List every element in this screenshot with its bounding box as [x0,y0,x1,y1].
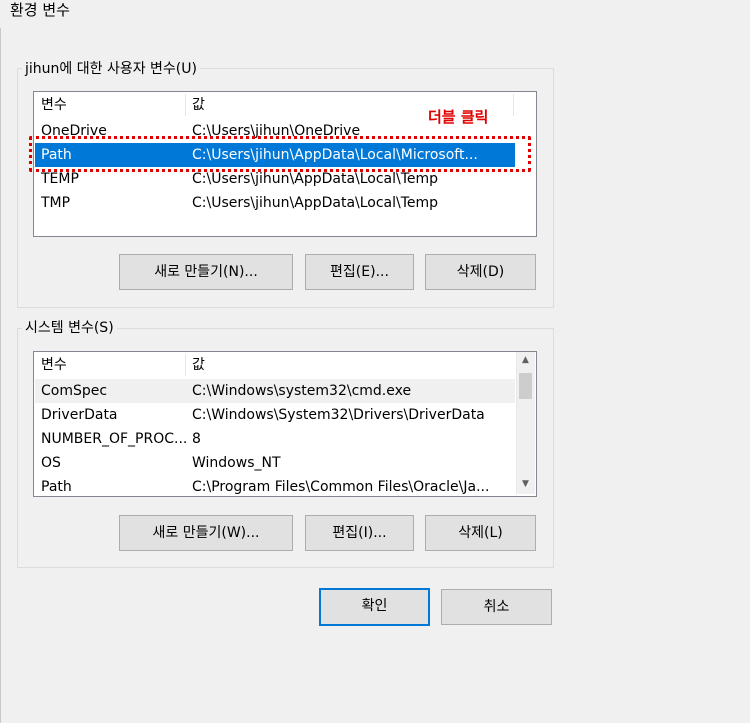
variable-value: Windows_NT [192,455,281,471]
scroll-down-arrow-icon[interactable]: ▼ [517,476,534,493]
system-variable-row[interactable]: OS Windows_NT [35,451,515,475]
system-list-header: 변수 값 [34,352,536,378]
variable-value: 8 [192,431,201,447]
user-edit-button[interactable]: 편집(E)... [305,254,414,290]
system-delete-button[interactable]: 삭제(L) [425,515,536,551]
variable-value: C:\Users\jihun\AppData\Local\Temp [192,195,439,211]
variable-name: TMP [41,195,71,211]
scrollbar-thumb[interactable] [519,373,532,399]
variable-name: DriverData [41,407,118,423]
system-list-scrollbar[interactable]: ▲ ▼ [516,352,535,494]
variable-value: C:\Windows\System32\Drivers\DriverData [192,407,485,423]
system-edit-button[interactable]: 편집(I)... [305,515,414,551]
window-title: 환경 변수 [10,1,70,19]
user-variables-label: jihun에 대한 사용자 변수(U) [22,60,200,78]
system-new-button[interactable]: 새로 만들기(W)... [119,515,293,551]
header-divider[interactable] [513,94,514,116]
system-variable-row[interactable]: DriverData C:\Windows\System32\Drivers\D… [35,403,515,427]
system-variables-list[interactable]: 변수 값 ComSpec C:\Windows\system32\cmd.exe… [33,351,537,497]
window-left-border [0,28,1,723]
variable-value: C:\Windows\system32\cmd.exe [192,383,412,399]
system-variable-row[interactable]: NUMBER_OF_PROC... 8 [35,427,515,451]
path-highlight-box [29,136,531,172]
system-variable-row[interactable]: Path C:\Program Files\Common Files\Oracl… [35,475,515,496]
variable-name: ComSpec [41,383,108,399]
system-col-variable-header[interactable]: 변수 [35,352,185,378]
system-variables-label: 시스템 변수(S) [22,319,117,337]
variable-name: NUMBER_OF_PROC... [41,431,186,447]
user-variable-row[interactable]: TMP C:\Users\jihun\AppData\Local\Temp [35,191,515,215]
cancel-button[interactable]: 취소 [441,589,552,625]
variable-value: C:\Program Files\Common Files\Oracle\Ja.… [192,479,490,495]
system-variable-row[interactable]: ComSpec C:\Windows\system32\cmd.exe [35,379,515,403]
variable-name: Path [41,479,72,495]
system-col-value-header[interactable]: 값 [186,352,513,378]
variable-name: OS [41,455,61,471]
user-delete-button[interactable]: 삭제(D) [425,254,536,290]
ok-button[interactable]: 확인 [319,588,430,626]
double-click-annotation: 더블 클릭 [428,108,489,126]
user-col-variable-header[interactable]: 변수 [35,92,185,118]
scroll-up-arrow-icon[interactable]: ▲ [517,352,534,369]
user-new-button[interactable]: 새로 만들기(N)... [119,254,293,290]
